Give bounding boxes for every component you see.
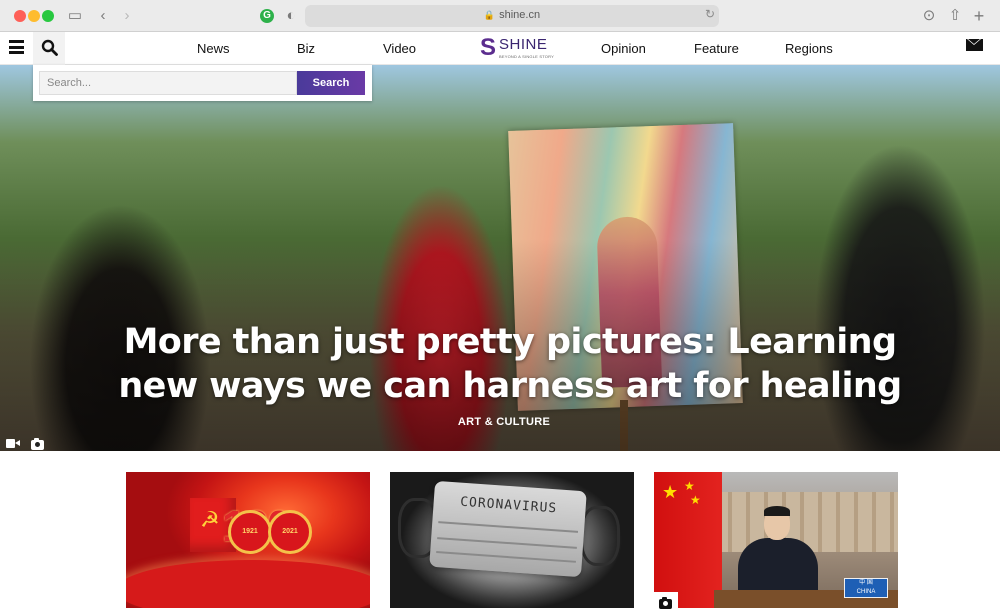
browser-toolbar: ▭ ‹ › G ◐ 🔒 shine.cn ↻ ⊙ ⇧ + (0, 0, 1000, 32)
nameplate: 中 国 CHINA (844, 578, 888, 598)
site-navbar: News Biz Video S SHINE BEYOND A SINGLE S… (0, 32, 1000, 65)
close-window-button[interactable] (14, 10, 26, 22)
search-toggle-button[interactable] (33, 32, 65, 65)
nav-regions[interactable]: Regions (785, 41, 833, 56)
search-icon (41, 39, 58, 56)
reload-icon[interactable]: ↻ (705, 7, 715, 21)
mask-strap (580, 506, 620, 566)
search-panel: Search (33, 65, 372, 101)
nav-video[interactable]: Video (383, 41, 416, 56)
star-icon: ★ (690, 493, 701, 507)
mask-pleat (438, 521, 579, 533)
year-badge-start: 1921 (228, 510, 272, 554)
story-card-conference[interactable]: ★ ★ ★ 中 国 CHINA (654, 472, 898, 608)
search-submit-button[interactable]: Search (297, 71, 365, 95)
camera-icon (659, 597, 672, 609)
logo-tagline: BEYOND A SINGLE STORY (499, 54, 554, 59)
logo-wordmark: SHINE (499, 36, 548, 53)
search-input[interactable] (39, 71, 297, 95)
nav-opinion[interactable]: Opinion (601, 41, 646, 56)
ribbon-graphic (126, 560, 370, 608)
nav-news[interactable]: News (197, 41, 230, 56)
nav-feature[interactable]: Feature (694, 41, 739, 56)
zoom-window-button[interactable] (42, 10, 54, 22)
star-icon: ★ (684, 479, 695, 493)
share-icon[interactable]: ⇧ (946, 7, 964, 25)
hero-story[interactable]: More than just pretty pictures: Learning… (0, 65, 1000, 451)
hero-headline[interactable]: More than just pretty pictures: Learning… (80, 320, 940, 408)
story-card-centenary[interactable]: ☭ 100 1921 2021 (126, 472, 370, 608)
video-icon (6, 439, 20, 448)
nav-biz[interactable]: Biz (297, 41, 315, 56)
forward-icon[interactable]: › (118, 7, 136, 25)
mask-text: CORONAVIRUS (459, 494, 558, 517)
menu-icon[interactable] (9, 40, 24, 54)
national-flag: ★ ★ ★ (654, 472, 722, 608)
sidebar-icon[interactable]: ▭ (66, 7, 84, 25)
camera-icon (31, 438, 44, 450)
url-display: 🔒 shine.cn (305, 9, 719, 21)
face-mask: CORONAVIRUS (429, 480, 587, 578)
shine-logo[interactable]: S SHINE BEYOND A SINGLE STORY (480, 34, 554, 63)
download-icon[interactable]: ⊙ (920, 7, 938, 25)
extension-icon[interactable]: G (258, 7, 276, 25)
story-card-coronavirus[interactable]: CORONAVIRUS (390, 472, 634, 608)
mask-pleat (437, 537, 577, 549)
star-icon: ★ (662, 482, 679, 502)
url-text: shine.cn (499, 9, 541, 21)
new-tab-icon[interactable]: + (970, 7, 988, 25)
hero-category[interactable]: ART & CULTURE (0, 416, 1000, 428)
hammer-sickle-icon: ☭ (200, 507, 220, 532)
mask-pleat (436, 551, 576, 563)
shield-icon[interactable]: ◐ (282, 7, 300, 25)
year-badge-end: 2021 (268, 510, 312, 554)
address-bar[interactable]: 🔒 shine.cn ↻ (305, 5, 719, 27)
lock-icon: 🔒 (483, 10, 496, 20)
logo-mark: S (480, 34, 497, 61)
minimize-window-button[interactable] (28, 10, 40, 22)
back-icon[interactable]: ‹ (94, 7, 112, 25)
mail-icon[interactable] (966, 39, 983, 51)
